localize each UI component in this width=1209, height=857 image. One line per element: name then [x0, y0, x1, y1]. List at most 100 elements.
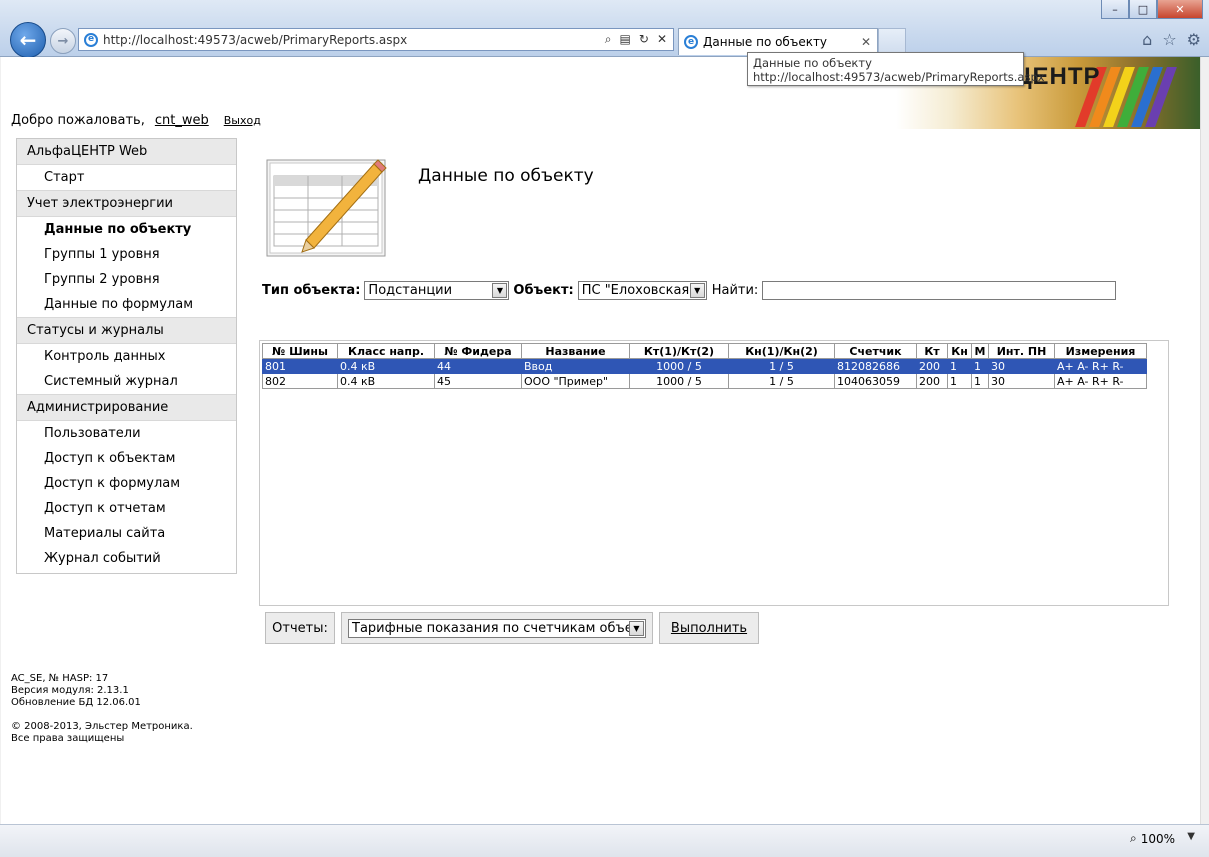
refresh-icon[interactable]: ↻: [639, 32, 649, 47]
cell-bus-number: 802: [262, 373, 338, 389]
tooltip-title: Данные по объекту: [753, 56, 872, 70]
hasp-info: AC_SE, № HASP: 17: [11, 673, 109, 684]
find-label: Найти:: [711, 283, 759, 298]
sidebar-item-formula-access[interactable]: Доступ к формулам: [17, 471, 236, 496]
col-voltage-class[interactable]: Класс напр.: [337, 343, 435, 359]
col-name[interactable]: Название: [521, 343, 630, 359]
address-bar[interactable]: e http://localhost:49573/acweb/PrimaryRe…: [78, 28, 674, 51]
col-kt-ratio[interactable]: Кт(1)/Кт(2): [629, 343, 729, 359]
object-label: Объект:: [513, 283, 574, 298]
report-table-icon: [264, 152, 388, 262]
db-update: Обновление БД 12.06.01: [11, 697, 141, 708]
object-select[interactable]: ПС "Елоховская" ▼: [577, 281, 707, 300]
page-scrollbar[interactable]: [1200, 57, 1209, 824]
cell-name: Ввод: [521, 358, 630, 374]
home-icon[interactable]: ⌂: [1142, 30, 1152, 49]
compatibility-icon[interactable]: ▤: [620, 32, 631, 47]
minimize-button[interactable]: –: [1101, 0, 1129, 19]
col-kn[interactable]: Кн: [947, 343, 972, 359]
col-feeder-number[interactable]: № Фидера: [434, 343, 522, 359]
report-value: Тарифные показания по счетчикам объекта: [352, 620, 629, 636]
ie-page-icon: e: [84, 32, 98, 47]
logout-link[interactable]: Выход: [224, 114, 261, 127]
sidebar-group-energy[interactable]: Учет электроэнергии: [17, 190, 236, 217]
page-content: ЦЕНТР Добро пожаловать, cnt_web Выход Ал…: [1, 57, 1200, 824]
search-icon[interactable]: ⌕: [605, 32, 612, 47]
back-button[interactable]: ←: [10, 22, 46, 58]
cell-name: ООО "Пример": [521, 373, 630, 389]
cell-voltage-class: 0.4 кВ: [337, 373, 435, 389]
col-kn-ratio[interactable]: Кн(1)/Кн(2): [728, 343, 835, 359]
browser-toolbar: ⌂ ☆ ⚙: [1142, 30, 1201, 49]
stop-icon[interactable]: ✕: [657, 32, 667, 47]
cell-m: 1: [971, 373, 989, 389]
col-measurements[interactable]: Измерения: [1054, 343, 1147, 359]
chevron-down-icon[interactable]: ▼: [629, 620, 644, 636]
maximize-button[interactable]: □: [1129, 0, 1157, 19]
sidebar-group-admin[interactable]: Администрирование: [17, 394, 236, 421]
object-type-value: Подстанции: [368, 283, 453, 298]
welcome-line: Добро пожаловать, cnt_web Выход: [11, 113, 261, 128]
footer-spacer: [11, 709, 193, 721]
ie-tab-icon: e: [684, 35, 698, 49]
chevron-down-icon[interactable]: ▼: [1187, 831, 1195, 842]
chevron-down-icon[interactable]: ▼: [492, 283, 508, 298]
reports-label: Отчеты:: [265, 612, 335, 644]
url-text[interactable]: http://localhost:49573/acweb/PrimaryRepo…: [103, 33, 605, 47]
cell-meter: 104063059: [834, 373, 917, 389]
close-window-button[interactable]: ✕: [1157, 0, 1203, 19]
window-controls: – □ ✕: [1101, 0, 1203, 19]
data-grid-panel: № Шины Класс напр. № Фидера Название Кт(…: [259, 340, 1169, 606]
object-data-table: № Шины Класс напр. № Фидера Название Кт(…: [262, 343, 1147, 389]
cell-kt: 200: [916, 358, 948, 374]
sidebar-item-system-log[interactable]: Системный журнал: [17, 369, 236, 394]
table-row[interactable]: 801 0.4 кВ 44 Ввод 1000 / 5 1 / 5 812082…: [262, 358, 1147, 374]
sidebar-item-site-materials[interactable]: Материалы сайта: [17, 521, 236, 546]
chevron-down-icon[interactable]: ▼: [689, 283, 705, 298]
sidebar-item-object-access[interactable]: Доступ к объектам: [17, 446, 236, 471]
cell-feeder-number: 44: [434, 358, 522, 374]
cell-kn-ratio: 1 / 5: [728, 358, 835, 374]
browser-chrome: – □ ✕ ← → e http://localhost:49573/acweb…: [0, 0, 1209, 58]
find-input[interactable]: [762, 281, 1117, 300]
col-meter[interactable]: Счетчик: [834, 343, 917, 359]
sidebar-item-data-control[interactable]: Контроль данных: [17, 344, 236, 369]
star-icon[interactable]: ☆: [1162, 30, 1176, 49]
forward-button[interactable]: →: [50, 28, 76, 54]
filter-bar: Тип объекта: Подстанции ▼ Объект: ПС "Ел…: [262, 281, 1117, 300]
sidebar-item-start[interactable]: Старт: [17, 165, 236, 190]
col-bus-number[interactable]: № Шины: [262, 343, 338, 359]
col-kt[interactable]: Кт: [916, 343, 948, 359]
table-header-row: № Шины Класс напр. № Фидера Название Кт(…: [262, 343, 1147, 359]
tab-close-icon[interactable]: ✕: [861, 35, 871, 49]
gear-icon[interactable]: ⚙: [1187, 30, 1201, 49]
sidebar-item-groups-level1[interactable]: Группы 1 уровня: [17, 242, 236, 267]
cell-feeder-number: 45: [434, 373, 522, 389]
sidebar-group-statuses[interactable]: Статусы и журналы: [17, 317, 236, 344]
cell-kn: 1: [947, 358, 972, 374]
new-tab-button[interactable]: [878, 28, 906, 55]
table-row[interactable]: 802 0.4 кВ 45 ООО "Пример" 1000 / 5 1 / …: [262, 373, 1147, 389]
zoom-control[interactable]: ⌕ 100%: [1130, 831, 1175, 846]
sidebar-menu: АльфаЦЕНТР Web Старт Учет электроэнергии…: [16, 138, 237, 574]
sidebar-item-users[interactable]: Пользователи: [17, 421, 236, 446]
sidebar-group-alfacenter[interactable]: АльфаЦЕНТР Web: [17, 139, 236, 165]
sidebar-item-formula-data[interactable]: Данные по формулам: [17, 292, 236, 317]
sidebar-item-groups-level2[interactable]: Группы 2 уровня: [17, 267, 236, 292]
tab-tooltip: Данные по объекту http://localhost:49573…: [747, 52, 1045, 86]
object-type-select[interactable]: Подстанции ▼: [364, 281, 510, 300]
report-select[interactable]: Тарифные показания по счетчикам объекта …: [348, 618, 646, 638]
cell-voltage-class: 0.4 кВ: [337, 358, 435, 374]
sidebar-item-report-access[interactable]: Доступ к отчетам: [17, 496, 236, 521]
sidebar-item-event-log[interactable]: Журнал событий: [17, 546, 236, 571]
username-link[interactable]: cnt_web: [155, 113, 209, 128]
zoom-icon: ⌕: [1129, 831, 1137, 845]
sidebar-item-object-data[interactable]: Данные по объекту: [17, 217, 236, 242]
arrow-left-icon: ←: [19, 28, 37, 52]
footer-info: AC_SE, № HASP: 17 Версия модуля: 2.13.1 …: [11, 673, 193, 745]
browser-tab[interactable]: e Данные по объекту ✕: [678, 28, 878, 55]
run-button[interactable]: Выполнить: [659, 612, 759, 644]
arrow-right-icon: →: [57, 33, 69, 49]
col-m[interactable]: М: [971, 343, 989, 359]
col-interval[interactable]: Инт. ПН: [988, 343, 1055, 359]
